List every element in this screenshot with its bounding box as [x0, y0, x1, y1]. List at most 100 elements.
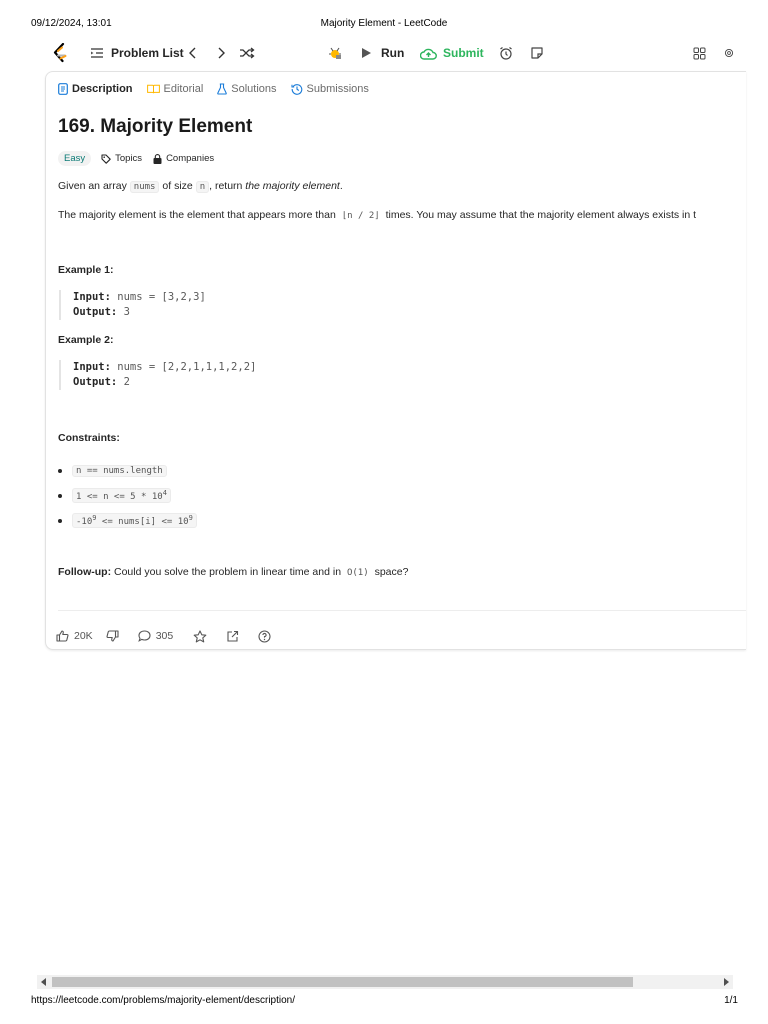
random-problem-button[interactable]: [239, 38, 255, 68]
flask-icon: [217, 83, 228, 95]
comments-button[interactable]: 305: [137, 630, 174, 642]
example-input: nums = [3,2,3]: [117, 291, 206, 303]
tab-submissions[interactable]: Submissions: [290, 83, 369, 95]
thumbs-up-icon: [56, 630, 69, 642]
example-output: 2: [123, 376, 130, 388]
statement-emphasis: the majority element: [245, 180, 340, 192]
scroll-left-arrow-icon[interactable]: [41, 978, 46, 986]
bug-icon: [329, 47, 341, 59]
bullet-dot: [58, 493, 62, 498]
constraint-code: 1 <= n <= 5 * 104: [72, 488, 171, 503]
tab-editorial-label: Editorial: [163, 83, 204, 95]
book-icon: [146, 84, 160, 94]
problem-footer-bar: 20K 305: [56, 628, 286, 644]
history-icon: [290, 84, 302, 95]
statement-text: Given an array: [58, 180, 127, 192]
print-page-number: 1/1: [724, 995, 738, 1006]
example-output: 3: [123, 306, 130, 318]
description-icon: [58, 83, 68, 95]
like-button[interactable]: 20K: [56, 630, 93, 642]
top-toolbar: Problem List Run Submit: [46, 38, 734, 68]
share-button[interactable]: [226, 630, 244, 643]
constraint-code: n == nums.length: [72, 464, 167, 477]
constraint-text: <= nums[i] <= 10: [96, 517, 189, 527]
debug-button[interactable]: [328, 38, 342, 68]
tab-solutions-label: Solutions: [231, 83, 277, 95]
thumbs-down-icon: [106, 630, 119, 642]
constraint-item: 1 <= n <= 5 * 104: [58, 483, 197, 508]
note-icon: [531, 47, 543, 59]
play-icon: [362, 48, 371, 58]
topics-button[interactable]: Topics: [101, 153, 142, 164]
help-button[interactable]: [258, 629, 276, 643]
leetcode-logo-icon: [53, 43, 67, 63]
problem-list-label: Problem List: [111, 46, 184, 60]
input-label: Input:: [73, 291, 111, 303]
tab-description[interactable]: Description: [58, 83, 133, 95]
tag-icon: [101, 153, 111, 164]
constraints-heading: Constraints:: [58, 432, 120, 444]
star-icon: [193, 629, 207, 642]
run-button[interactable]: Run: [361, 38, 404, 68]
run-label: Run: [381, 46, 405, 60]
example-1-block: Input: nums = [3,2,3] Output: 3: [59, 290, 206, 320]
tab-solutions[interactable]: Solutions: [217, 83, 277, 95]
gear-icon: [724, 48, 734, 58]
constraint-code: -109 <= nums[i] <= 109: [72, 513, 197, 528]
constraint-item: -109 <= nums[i] <= 109: [58, 508, 197, 533]
output-label: Output:: [73, 306, 118, 318]
follow-up-label: Follow-up:: [58, 566, 112, 578]
chevron-left-icon: [189, 47, 196, 59]
statement-text: times. You may assume that the majority …: [385, 209, 697, 221]
favorite-button[interactable]: [193, 629, 212, 643]
example-2-heading: Example 2:: [58, 334, 114, 346]
chevron-right-icon: [218, 47, 225, 59]
bullet-dot: [58, 518, 62, 523]
leetcode-logo[interactable]: [52, 38, 70, 68]
dislike-button[interactable]: [106, 630, 124, 642]
description-panel: Description Editorial Solutions Submissi…: [45, 71, 746, 650]
inline-code: nums: [129, 181, 160, 193]
output-label: Output:: [73, 376, 118, 388]
submit-label: Submit: [443, 46, 484, 60]
footer-divider: [58, 610, 746, 611]
difficulty-badge: Easy: [58, 151, 92, 166]
prev-problem-button[interactable]: [188, 38, 198, 68]
constraints-list: n == nums.length 1 <= n <= 5 * 104 -109 …: [58, 458, 197, 533]
example-input: nums = [2,2,1,1,1,2,2]: [117, 361, 257, 373]
notes-button[interactable]: [530, 38, 544, 68]
problem-list-button[interactable]: Problem List: [90, 38, 184, 68]
companies-button[interactable]: Companies: [153, 153, 214, 164]
question-circle-icon: [258, 629, 271, 643]
input-label: Input:: [73, 361, 111, 373]
topics-label: Topics: [115, 153, 143, 164]
timer-button[interactable]: [499, 38, 513, 68]
tab-description-label: Description: [72, 83, 133, 95]
constraint-sup: 4: [162, 489, 167, 497]
inline-code: ⌊n / 2⌋: [338, 211, 383, 221]
next-problem-button[interactable]: [216, 38, 226, 68]
follow-up: Follow-up: Could you solve the problem i…: [58, 566, 408, 578]
example-2-block: Input: nums = [2,2,1,1,1,2,2] Output: 2: [59, 360, 256, 390]
scroll-right-arrow-icon[interactable]: [724, 978, 729, 986]
scrollbar-thumb[interactable]: [52, 977, 633, 987]
list-icon: [91, 48, 103, 58]
settings-button[interactable]: [724, 38, 734, 68]
follow-up-text: Could you solve the problem in linear ti…: [114, 566, 342, 578]
constraint-item: n == nums.length: [58, 458, 197, 483]
tab-editorial[interactable]: Editorial: [146, 83, 204, 95]
submit-button[interactable]: Submit: [420, 38, 484, 68]
layout-button[interactable]: [693, 38, 706, 68]
follow-up-text: space?: [374, 566, 409, 578]
shuffle-icon: [240, 47, 255, 59]
statement-text: The majority element is the element that…: [58, 209, 336, 221]
constraint-text: 1 <= n <= 5 * 10: [76, 492, 163, 502]
constraint-text: -10: [76, 517, 93, 527]
inline-code: n: [195, 181, 210, 193]
tab-submissions-label: Submissions: [306, 83, 369, 95]
constraint-sup: 9: [188, 514, 193, 522]
share-icon: [227, 630, 239, 642]
problem-title: 169. Majority Element: [58, 116, 253, 137]
horizontal-scrollbar[interactable]: [37, 975, 733, 989]
comment-count: 305: [155, 630, 174, 642]
